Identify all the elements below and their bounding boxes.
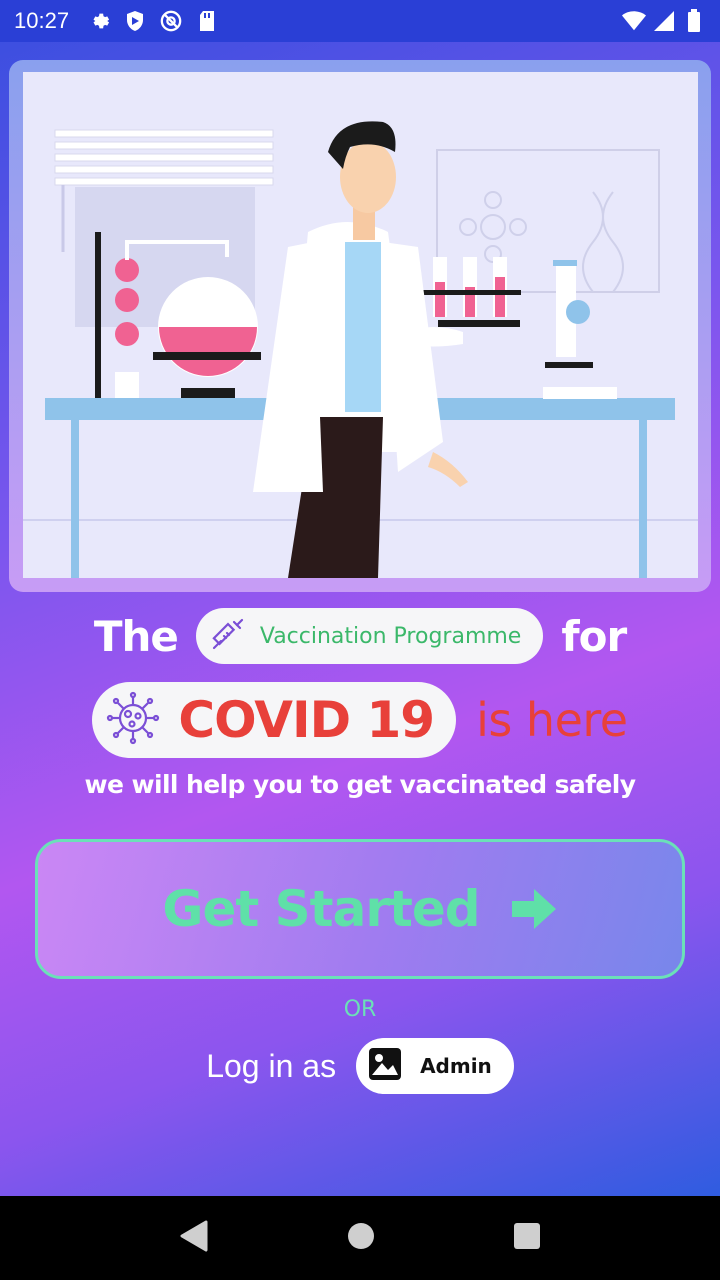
- get-started-button[interactable]: Get Started: [35, 839, 685, 979]
- system-nav-bar: [0, 1196, 720, 1280]
- vaccination-programme-label: Vaccination Programme: [259, 623, 522, 649]
- shield-icon: [123, 9, 147, 33]
- recents-icon[interactable]: [513, 1222, 541, 1254]
- sd-card-icon: [195, 9, 219, 33]
- covid-pill: COVID 19: [92, 682, 457, 758]
- back-icon[interactable]: [179, 1220, 209, 1256]
- vaccination-pill: Vaccination Programme: [195, 608, 544, 664]
- gear-icon: [87, 9, 111, 33]
- home-icon[interactable]: [347, 1222, 375, 1254]
- arrow-right-icon: [510, 885, 558, 933]
- virus-icon: [106, 691, 160, 749]
- login-row: Log in as Admin: [0, 1038, 720, 1094]
- or-divider: OR: [343, 997, 377, 1022]
- is-here-label: is here: [476, 693, 628, 747]
- headline-the: The: [93, 611, 179, 661]
- at-sign-icon: [159, 9, 183, 33]
- illustration-card: [9, 60, 711, 592]
- headline-row-2: COVID 19 is here: [0, 682, 720, 758]
- image-icon: [368, 1047, 402, 1085]
- admin-login-button[interactable]: Admin: [356, 1038, 514, 1094]
- login-as-label: Log in as: [206, 1047, 337, 1084]
- scientist-in-lab-icon: [23, 72, 698, 578]
- welcome-screen: The Vaccination Programme for COVID 19 i…: [0, 42, 720, 1196]
- wifi-icon: [622, 9, 646, 33]
- signal-icon: [652, 9, 676, 33]
- status-bar: 10:27: [0, 0, 720, 42]
- covid-19-label: COVID 19: [178, 691, 435, 749]
- get-started-label: Get Started: [162, 880, 480, 938]
- subtitle: we will help you to get vaccinated safel…: [84, 770, 636, 799]
- status-time: 10:27: [14, 8, 70, 33]
- headline-row-1: The Vaccination Programme for: [0, 608, 720, 664]
- headline-for: for: [561, 611, 627, 661]
- admin-label: Admin: [420, 1054, 492, 1078]
- syringe-icon: [210, 616, 246, 656]
- battery-icon: [682, 9, 706, 33]
